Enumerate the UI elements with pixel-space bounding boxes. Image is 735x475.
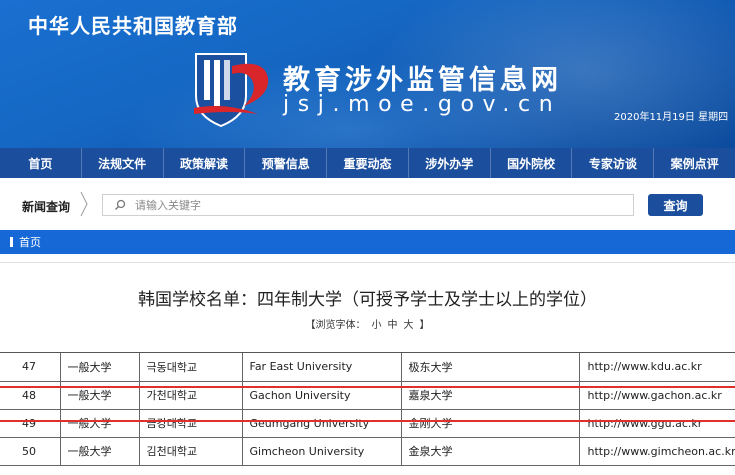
nav-item-expert-interviews[interactable]: 专家访谈 (572, 148, 655, 178)
chevron-divider-icon (80, 191, 88, 217)
font-size-label: 【浏览字体： (305, 320, 366, 331)
nav-item-warnings[interactable]: 预警信息 (245, 148, 328, 178)
font-size-medium-link[interactable]: 中 (388, 320, 398, 331)
nav-item-foreign-schooling[interactable]: 涉外办学 (409, 148, 491, 178)
row-korean-name: 금강대학교 (139, 409, 243, 438)
font-size-selector: 【浏览字体： 小中大】 (0, 316, 735, 331)
highlight-line-top (0, 386, 735, 388)
row-chinese-name: 金泉大学 (401, 437, 580, 466)
current-date: 2020年11月19日 星期四 (614, 112, 729, 123)
nav-item-home[interactable]: 首页 (0, 148, 82, 178)
search-button[interactable]: 查询 (648, 194, 703, 216)
row-chinese-name: 极东大学 (401, 353, 580, 382)
table-row: 49 一般大学 금강대학교 Geumgang University 金刚大学 h… (0, 409, 735, 438)
row-website[interactable]: http://www.ggu.ac.kr (579, 409, 735, 438)
nav-item-policy[interactable]: 政策解读 (164, 148, 246, 178)
highlight-line-bottom (0, 420, 735, 422)
row-website[interactable]: http://www.gimcheon.ac.kr (579, 437, 735, 466)
row-english-name: Geumgang University (242, 409, 402, 438)
search-label: 新闻查询 (22, 200, 71, 214)
row-english-name: Far East University (242, 353, 402, 382)
site-url: jsj.moe.gov.cn (283, 92, 562, 117)
row-number: 47 (0, 353, 61, 382)
nav-item-foreign-institutions[interactable]: 国外院校 (491, 148, 573, 178)
row-korean-name: 극동대학교 (139, 353, 243, 382)
breadcrumb: 首页 (0, 230, 735, 254)
row-type: 一般大学 (60, 353, 140, 382)
font-size-small-link[interactable]: 小 (372, 320, 382, 331)
nav-item-regulations[interactable]: 法规文件 (82, 148, 164, 178)
search-bar: 新闻查询 查询 (0, 178, 735, 230)
row-number: 50 (0, 437, 61, 466)
breadcrumb-home-link[interactable]: 首页 (19, 234, 41, 250)
row-chinese-name: 金刚大学 (401, 409, 580, 438)
nav-item-news[interactable]: 重要动态 (327, 148, 409, 178)
university-table: 47 一般大学 극동대학교 Far East University 极东大学 h… (0, 352, 735, 475)
row-type: 一般大学 (60, 409, 140, 438)
font-size-large-link[interactable]: 大 (404, 320, 414, 331)
search-input[interactable] (131, 195, 633, 215)
jsj-logo-icon[interactable] (186, 44, 272, 130)
row-website[interactable]: http://www.kdu.ac.kr (579, 353, 735, 382)
ministry-name[interactable]: 中华人民共和国教育部 (28, 10, 238, 39)
search-icon[interactable] (109, 195, 131, 215)
row-korean-name: 김천대학교 (139, 437, 243, 466)
breadcrumb-marker (10, 237, 13, 247)
row-english-name: Gimcheon University (242, 437, 402, 466)
table-row: 50 一般大学 김천대학교 Gimcheon University 金泉大学 h… (0, 437, 735, 466)
font-size-end: 】 (419, 320, 430, 331)
header-banner: 中华人民共和国教育部 教育涉外监管信息网 jsj.moe.gov.cn 2020… (0, 0, 735, 148)
table-row: 47 一般大学 극동대학교 Far East University 极东大学 h… (0, 353, 735, 382)
article-title: 韩国学校名单：四年制大学（可授予学士及学士以上的学位） (138, 290, 597, 310)
search-box (102, 194, 634, 216)
nav-item-case-reviews[interactable]: 案例点评 (654, 148, 735, 178)
row-type: 一般大学 (60, 437, 140, 466)
row-number: 49 (0, 409, 61, 438)
main-nav: 首页 法规文件 政策解读 预警信息 重要动态 涉外办学 国外院校 专家访谈 案例… (0, 148, 735, 178)
